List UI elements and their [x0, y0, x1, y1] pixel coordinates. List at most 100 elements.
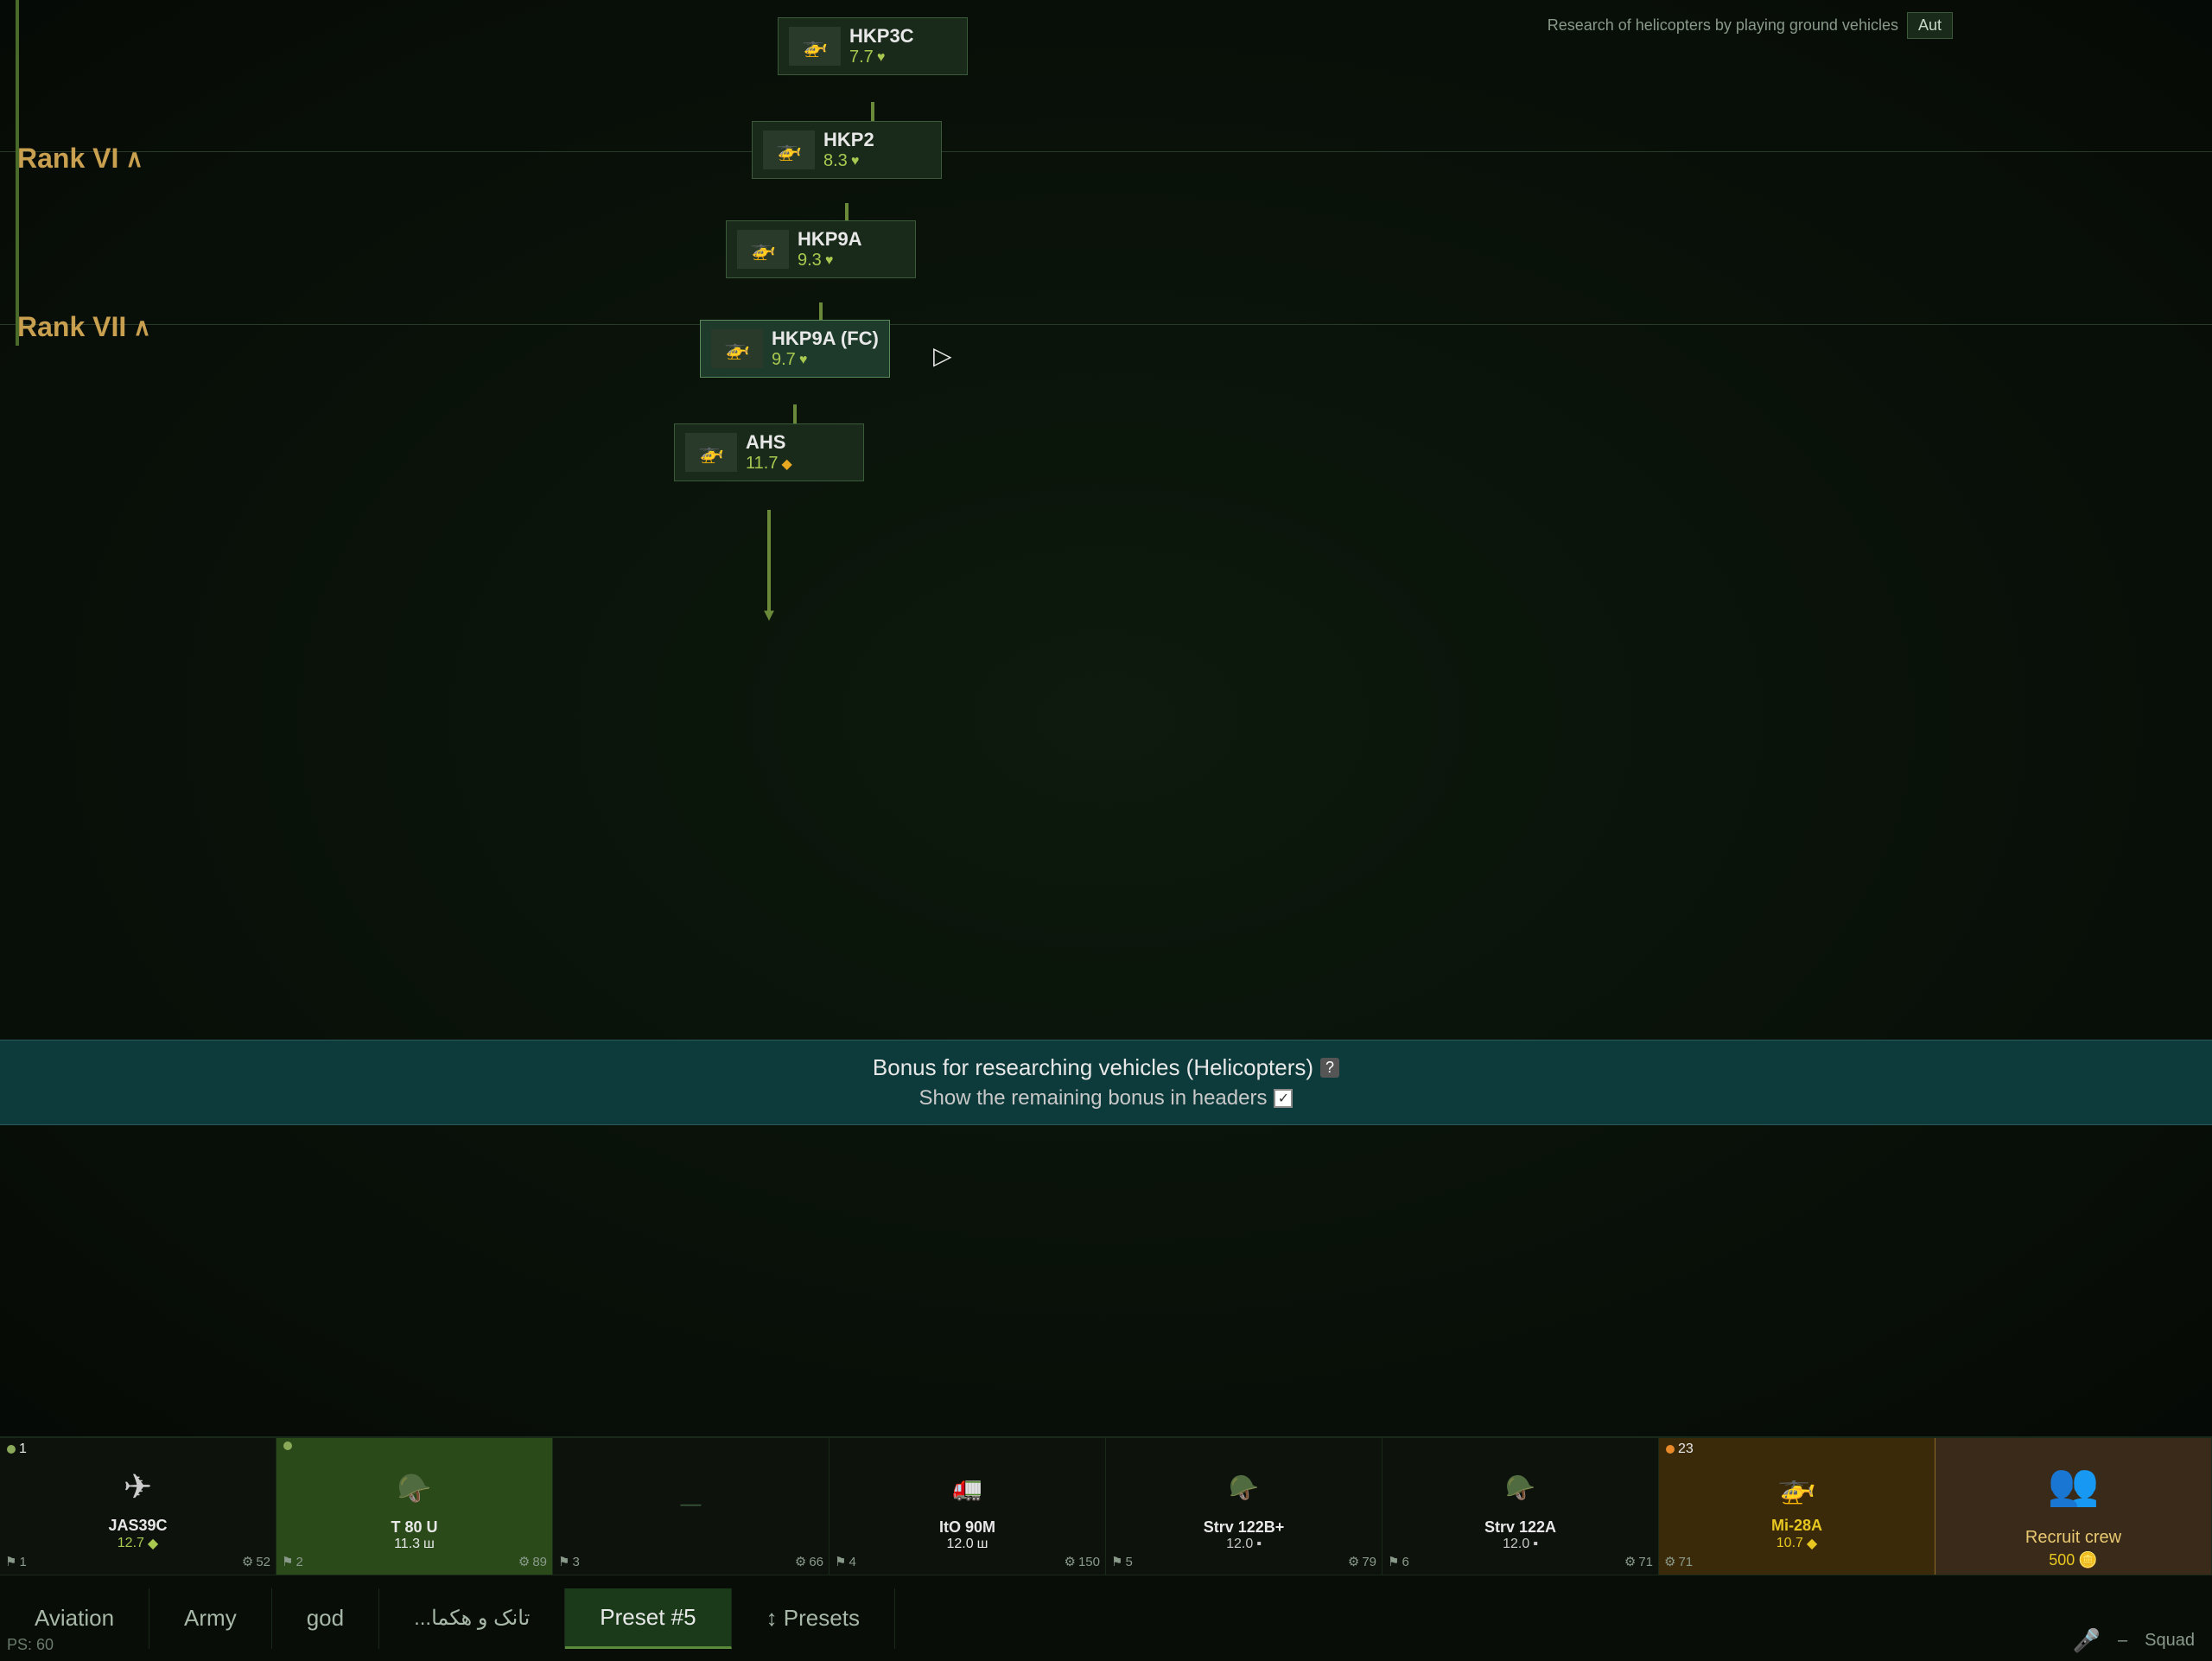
recruit-label: Recruit crew [2025, 1528, 2121, 1548]
rank-vi-line [0, 151, 2212, 152]
recruit-icon: 👥 [2048, 1443, 2100, 1524]
bottom-right-controls: 🎤 – Squad [2073, 1627, 2195, 1654]
slot-6-name: Strv 122A [1388, 1518, 1653, 1537]
vehicle-slot-7[interactable]: 23 🚁 Mi-28A 10.7 ◆ ⚙ 71 [1659, 1438, 1936, 1575]
bonus-title: Bonus for researching vehicles (Helicopt… [0, 1054, 2212, 1081]
slot-3-repairs: ⚙ 66 [795, 1554, 823, 1569]
cursor-indicator: ▷ [933, 341, 952, 370]
slot-2-img: 🪖 [282, 1457, 547, 1518]
vehicle-name-hkp9a-fc: HKP9A (FC) [772, 328, 879, 350]
mic-icon[interactable]: 🎤 [2073, 1627, 2101, 1654]
vehicle-name-hkp3c: HKP3C [849, 25, 957, 48]
preset-tabs: Aviation Army god تانک و هکما... Preset … [0, 1575, 2212, 1661]
slot-7-number: 23 [1666, 1441, 1694, 1457]
vehicle-slot-3[interactable]: — ⚑ 3 ⚙ 66 [553, 1438, 830, 1575]
preset-tab-army[interactable]: Army [149, 1588, 272, 1649]
slot-1-stats: ⚑ 1 ⚙ 52 [5, 1554, 270, 1569]
slot-6-repairs: ⚙ 71 [1624, 1554, 1653, 1569]
slot-7-img: 🚁 [1664, 1457, 1929, 1517]
vehicle-icon-hkp9a: 🚁 [737, 230, 789, 269]
vehicle-card-hkp2[interactable]: 🚁 HKP2 8.3 ♥ [752, 121, 942, 179]
vehicle-icon-hkp3c: 🚁 [789, 27, 841, 66]
slot-7-br: 10.7 ◆ [1664, 1535, 1929, 1552]
slot-6-img: 🪖 [1388, 1457, 1653, 1518]
slot-5-crew: ⚑ 5 [1111, 1554, 1133, 1569]
vehicle-slot-5[interactable]: 🪖 Strv 122B+ 12.0 ▪ ⚑ 5 ⚙ 79 [1106, 1438, 1382, 1575]
slot-4-stats: ⚑ 4 ⚙ 150 [835, 1554, 1100, 1569]
slot-2-stats: ⚑ 2 ⚙ 89 [282, 1554, 547, 1569]
squad-label: Squad [2145, 1631, 2195, 1651]
vehicle-icon-hkp2: 🚁 [763, 130, 815, 169]
vehicle-icon-hkp9a-fc: 🚁 [711, 329, 763, 368]
vehicle-name-hkp2: HKP2 [823, 129, 931, 151]
slot-1-number: 1 [7, 1441, 27, 1457]
slot-5-repairs: ⚙ 79 [1348, 1554, 1376, 1569]
vehicle-card-hkp9a[interactable]: 🚁 HKP9A 9.3 ♥ [726, 220, 916, 278]
slot-3-stats: ⚑ 3 ⚙ 66 [558, 1554, 823, 1569]
vehicle-card-hkp3c[interactable]: 🚁 HKP3C 7.7 ♥ [778, 17, 968, 75]
slot-4-name: ItO 90M [835, 1518, 1100, 1537]
slot-4-img: 🚛 [835, 1457, 1100, 1518]
slot-3-crew: ⚑ 3 [558, 1554, 580, 1569]
vehicle-br-hkp3c: 7.7 ♥ [849, 48, 957, 67]
slot-2-repairs: ⚙ 89 [518, 1554, 547, 1569]
vehicle-br-hkp2: 8.3 ♥ [823, 151, 931, 171]
vehicle-br-ahs: 11.7 ◆ [746, 454, 853, 474]
vehicle-slot-6[interactable]: 🪖 Strv 122A 12.0 ▪ ⚑ 6 ⚙ 71 [1382, 1438, 1659, 1575]
research-ground-text: Research of helicopters by playing groun… [1548, 12, 1953, 39]
slot-6-stats: ⚑ 6 ⚙ 71 [1388, 1554, 1653, 1569]
vehicle-slots-bar: 1 ✈ JAS39C 12.7 ◆ ⚑ 1 ⚙ 52 🪖 T 80 U 11.3… [0, 1436, 2212, 1575]
preset-tab-god[interactable]: god [272, 1588, 379, 1649]
slot-4-br: 12.0 ш [835, 1537, 1100, 1552]
slot-5-br: 12.0 ▪ [1111, 1537, 1376, 1552]
auto-button[interactable]: Aut [1907, 12, 1953, 39]
vehicle-card-ahs[interactable]: 🚁 AHS 11.7 ◆ [674, 423, 864, 481]
preset-tab-arabic[interactable]: تانک و هکما... [379, 1588, 565, 1649]
slot-1-dot [7, 1445, 16, 1454]
slot-7-stats: ⚙ 71 [1664, 1554, 1929, 1569]
slot-4-crew: ⚑ 4 [835, 1554, 856, 1569]
preset-tab-preset5[interactable]: Preset #5 [565, 1588, 731, 1649]
slot-2-name: T 80 U [282, 1518, 547, 1537]
vehicle-card-hkp9a-fc[interactable]: 🚁 HKP9A (FC) 9.7 ♥ [700, 320, 890, 378]
question-badge[interactable]: ? [1320, 1058, 1339, 1078]
slot-2-crew: ⚑ 2 [282, 1554, 303, 1569]
vehicle-name-ahs: AHS [746, 431, 853, 454]
bottom-toolbar: 🛡 🔥 % ⬡ Research ❮❯ ⛨ 🇺🇸 USA ⛨ 🇩🇪 German… [0, 1436, 2212, 1661]
slot-1-crew: ⚑ 1 [5, 1554, 27, 1569]
slot-4-repairs: ⚙ 150 [1065, 1554, 1100, 1569]
slot-2-br: 11.3 ш [282, 1537, 547, 1552]
bonus-subtitle: Show the remaining bonus in headers ✓ [0, 1086, 2212, 1111]
research-tree: Rank VI ∧ Rank VII ∧ 🚁 HKP3C 7.7 ♥ ▼ 🚁 H… [0, 0, 2212, 1436]
slot-1-name: JAS39C [5, 1517, 270, 1535]
vehicle-br-hkp9a-fc: 9.7 ♥ [772, 350, 879, 370]
slot-2-dot [283, 1441, 292, 1450]
slot-1-repairs: ⚙ 52 [242, 1554, 270, 1569]
bonus-bar: Bonus for researching vehicles (Helicopt… [0, 1040, 2212, 1125]
bonus-checkbox[interactable]: ✓ [1274, 1089, 1293, 1108]
slot-5-stats: ⚑ 5 ⚙ 79 [1111, 1554, 1376, 1569]
fps-counter: PS: 60 [7, 1636, 54, 1654]
rank-vii-chevron: ∧ [133, 313, 151, 341]
slot-2-number [283, 1441, 292, 1450]
slot-1-br: 12.7 ◆ [5, 1535, 270, 1552]
slot-3-img: — [558, 1457, 823, 1552]
preset-tab-presets[interactable]: ↕ Presets [732, 1588, 895, 1649]
vehicle-name-hkp9a: HKP9A [798, 228, 905, 251]
slot-5-name: Strv 122B+ [1111, 1518, 1376, 1537]
rank-vi-label: Rank VI ∧ [17, 143, 143, 175]
dash-label: – [2118, 1631, 2127, 1651]
vehicle-slot-4[interactable]: 🚛 ItO 90M 12.0 ш ⚑ 4 ⚙ 150 [830, 1438, 1106, 1575]
slot-7-repairs: ⚙ 71 [1664, 1554, 1693, 1569]
slot-6-crew: ⚑ 6 [1388, 1554, 1409, 1569]
vehicle-slot-2[interactable]: 🪖 T 80 U 11.3 ш ⚑ 2 ⚙ 89 [276, 1438, 553, 1575]
br-heart-hkp3c: ♥ [877, 50, 886, 66]
vehicle-slot-1[interactable]: 1 ✈ JAS39C 12.7 ◆ ⚑ 1 ⚙ 52 [0, 1438, 276, 1575]
arrow-5: ▼ [767, 510, 771, 614]
vehicle-br-hkp9a: 9.3 ♥ [798, 251, 905, 270]
rank-vi-chevron: ∧ [125, 144, 143, 173]
recruit-cost: 500 🪙 [2049, 1551, 2097, 1569]
vehicle-slot-recruit[interactable]: 👥 Recruit crew 500 🪙 [1936, 1438, 2212, 1575]
slot-5-img: 🪖 [1111, 1457, 1376, 1518]
rank-vii-line [0, 324, 2212, 325]
